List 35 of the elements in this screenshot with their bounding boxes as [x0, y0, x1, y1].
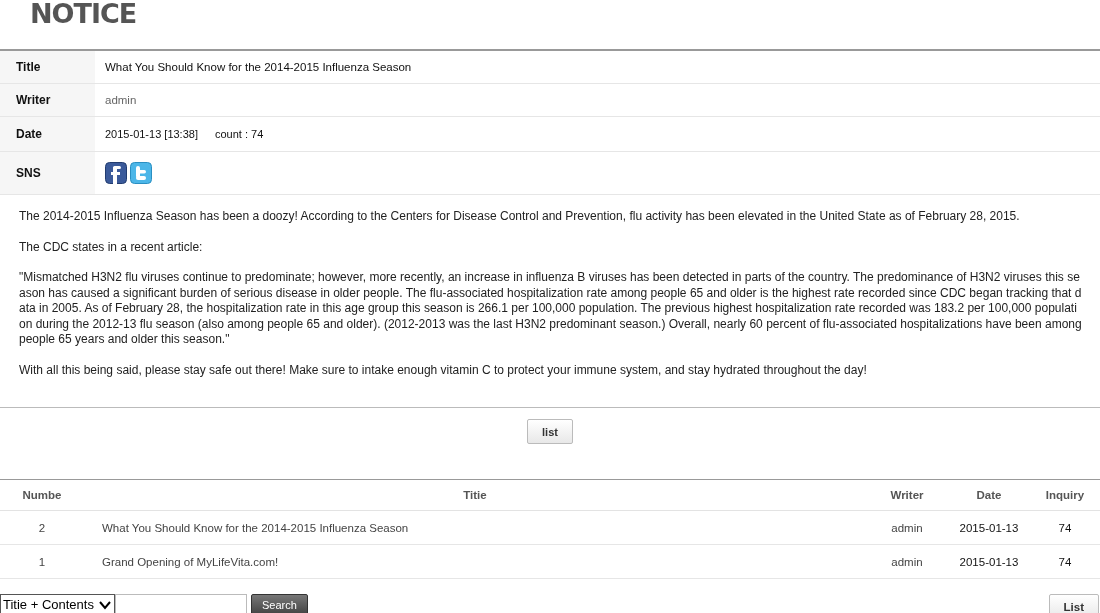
field-value: admin	[105, 94, 137, 106]
list-button[interactable]: list	[527, 419, 573, 444]
column-header: Titie	[84, 480, 866, 511]
table-cell: admin	[866, 544, 948, 579]
column-header: Inquiry	[1030, 480, 1100, 511]
article-paragraph: With all this being said, please stay safe out there! Make sure to intake enough vitamin C to protect your immune system, and stay hydrated throughout the day!	[19, 362, 868, 378]
column-header: Writer	[866, 480, 948, 511]
view-count: count : 74	[214, 128, 264, 140]
article-paragraph: The CDC states in a recent article:	[19, 239, 204, 255]
field-label: Writer	[0, 84, 95, 116]
table-cell: 1	[0, 544, 84, 579]
caret-icon	[97, 599, 112, 610]
field-value: What You Should Know for the 2014-2015 Influenza Season	[105, 61, 412, 73]
column-header: Date	[948, 480, 1030, 511]
table-cell: 2015-01-13	[948, 510, 1030, 545]
page-heading: NOTICE	[29, 0, 137, 28]
table-cell: 2015-01-13	[948, 544, 1030, 579]
list-button[interactable]: List	[1048, 594, 1099, 613]
article-paragraph: "Mismatched H3N2 flu viruses continue to predominate; however, more recently, an increase in influenza B viruses has been detected in parts of the country. The predominance of H3N2 viruses this season has caused a significant burden of serious disease in older people. The flu-associated hospitalization rate among people 65 and older is the highest rate recorded since CDC began tracking that data in 2005. As of February 28, the hospitalization rate in this age group this season is 266.1 per 100,000 population. The previous highest hospitalization rate recorded was 183.2 per 100,000 population during the 2012-13 flu season (also among people 65 and older). (2012-2013 was the last H3N2 predominant season.) Overall, nearly 60 percent of flu-associated hospitalizations have been among people 65 years and older this season."	[19, 270, 1082, 348]
table-cell: 74	[1030, 510, 1100, 545]
table-cell: admin	[866, 510, 948, 545]
post-title-link[interactable]: Grand Opening of MyLifeVita.com!	[102, 555, 279, 568]
table-cell: 74	[1030, 544, 1100, 579]
search-field[interactable]	[114, 594, 247, 613]
share-icon[interactable]	[105, 162, 127, 184]
column-header: Numbe	[0, 480, 84, 511]
field-label: Date	[0, 117, 95, 151]
table-cell: 2	[0, 510, 84, 545]
field-value: 2015-01-13 [13:38]	[105, 128, 198, 140]
search-scope-dropdown[interactable]: Titie + Contents	[0, 594, 115, 613]
field-label: Title	[0, 51, 95, 83]
article-paragraph: The 2014-2015 Influenza Season has been a doozy! According to the Centers for Disease Control and Prevention, flu activity has been elevated in the United State as of February 28, 2015.	[19, 209, 1021, 225]
field-label: SNS	[0, 152, 95, 194]
search-button[interactable]: Search	[250, 594, 308, 613]
post-title-link[interactable]: What You Should Know for the 2014-2015 Influenza Season	[102, 521, 409, 534]
